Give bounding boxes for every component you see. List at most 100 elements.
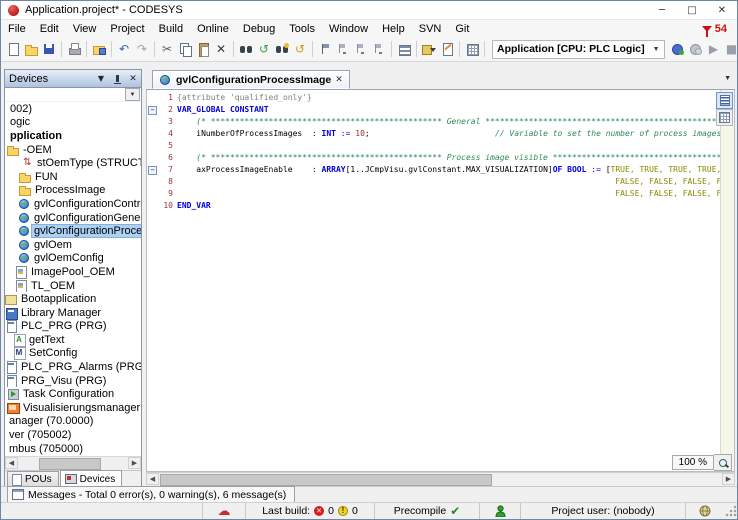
- tree-item-gvlconfigurationprocessimage[interactable]: gvlConfigurationProcessImage: [5, 224, 141, 238]
- editor-tab-gvlconfigurationprocessimage[interactable]: gvlConfigurationProcessImage ✕: [152, 70, 350, 89]
- paste-icon[interactable]: [194, 40, 212, 58]
- next-bookmark-icon[interactable]: [352, 40, 370, 58]
- declarations-icon[interactable]: [463, 40, 481, 58]
- find-replace-icon[interactable]: [273, 40, 291, 58]
- code-line-7[interactable]: 7 axProcessImageEnable : ARRAY[1..JCmpVi…: [147, 164, 720, 176]
- menu-view[interactable]: View: [66, 22, 104, 36]
- fold-collapse-icon[interactable]: [147, 164, 158, 176]
- tree-horizontal-scrollbar[interactable]: ◀ ▶: [5, 456, 141, 470]
- devices-panel-header[interactable]: Devices ▼ ✕: [5, 70, 141, 88]
- tree-item-fun[interactable]: FUN: [5, 170, 141, 184]
- find-icon[interactable]: [237, 40, 255, 58]
- tree-item-plc-prg-prg-[interactable]: PLC_PRG (PRG): [5, 320, 141, 334]
- add-object-icon[interactable]: [420, 40, 438, 58]
- menu-help[interactable]: Help: [375, 22, 412, 36]
- menu-debug[interactable]: Debug: [236, 22, 282, 36]
- tree-item-anager-70-0000-[interactable]: anager (70.0000): [5, 415, 141, 429]
- resize-grip[interactable]: [724, 503, 737, 519]
- editor-scroll-left-icon[interactable]: ◀: [146, 473, 159, 485]
- code-line-9[interactable]: 9 FALSE, FALSE, FALSE, FALSE, FALSE, FAL…: [147, 188, 720, 200]
- tree-item-bootapplication[interactable]: Bootapplication: [5, 292, 141, 306]
- close-button[interactable]: ✕: [707, 1, 737, 19]
- stop-icon[interactable]: ■: [723, 40, 737, 58]
- logout-icon[interactable]: [687, 40, 705, 58]
- menu-window[interactable]: Window: [322, 22, 375, 36]
- menu-svn[interactable]: SVN: [412, 22, 449, 36]
- code-line-3[interactable]: 3 (* ***********************************…: [147, 116, 720, 128]
- menu-build[interactable]: Build: [152, 22, 190, 36]
- edit-object-icon[interactable]: [438, 40, 456, 58]
- project-archive-icon[interactable]: [90, 40, 108, 58]
- menu-file[interactable]: File: [1, 22, 33, 36]
- copy-icon[interactable]: [176, 40, 194, 58]
- menu-git[interactable]: Git: [448, 22, 476, 36]
- tree-item-tl-oem[interactable]: TL_OEM: [5, 279, 141, 293]
- tree-item--oem[interactable]: -OEM: [5, 143, 141, 157]
- panel-close-icon[interactable]: ✕: [127, 73, 139, 85]
- editor-horizontal-scrollbar[interactable]: ◀ ▶: [146, 472, 735, 486]
- code-editor[interactable]: 1{attribute 'qualified_only'}2VAR_GLOBAL…: [146, 90, 735, 472]
- tree-item-ver-705002-[interactable]: ver (705002): [5, 428, 141, 442]
- login-icon[interactable]: [669, 40, 687, 58]
- tree-item-visualisierungsmanager[interactable]: Visualisierungsmanager: [5, 401, 141, 415]
- pin-icon[interactable]: [111, 73, 123, 85]
- panel-menu-icon[interactable]: ▼: [95, 73, 107, 85]
- textual-view-button[interactable]: [716, 92, 733, 109]
- menu-edit[interactable]: Edit: [33, 22, 66, 36]
- minimize-button[interactable]: ─: [647, 1, 677, 19]
- tree-item-setconfig[interactable]: MSetConfig: [5, 347, 141, 361]
- new-project-icon[interactable]: [4, 40, 22, 58]
- tree-item-ogic[interactable]: ogic: [5, 116, 141, 130]
- tree-item-gettext[interactable]: AgetText: [5, 333, 141, 347]
- tree-item-library-manager[interactable]: Library Manager: [5, 306, 141, 320]
- tree-item-gvloemconfig[interactable]: gvlOemConfig: [5, 252, 141, 266]
- start-icon[interactable]: ▶: [705, 40, 723, 58]
- tree-item-pplication[interactable]: pplication: [5, 129, 141, 143]
- code-line-8[interactable]: 8 FALSE, FALSE, FALSE, FALSE, FALSE, FAL…: [147, 176, 720, 188]
- build-icon[interactable]: [395, 40, 413, 58]
- fold-collapse-icon[interactable]: [147, 104, 158, 116]
- open-project-icon[interactable]: [22, 40, 40, 58]
- editor-scroll-right-icon[interactable]: ▶: [722, 473, 735, 485]
- delete-icon[interactable]: ✕: [212, 40, 230, 58]
- undo-icon[interactable]: ↶: [115, 40, 133, 58]
- tab-devices[interactable]: Devices: [60, 470, 123, 487]
- previous-bookmark-icon[interactable]: [334, 40, 352, 58]
- redo-icon[interactable]: ↷: [133, 40, 151, 58]
- zoom-level[interactable]: 100 %: [672, 455, 714, 470]
- code-line-6[interactable]: 6 (* ***********************************…: [147, 152, 720, 164]
- cut-icon[interactable]: ✂: [158, 40, 176, 58]
- tree-item-gvloem[interactable]: gvlOem: [5, 238, 141, 252]
- code-line-5[interactable]: 5: [147, 140, 720, 152]
- tree-item-plc-prg-alarms-prg-[interactable]: PLC_PRG_Alarms (PRG): [5, 360, 141, 374]
- zoom-magnifier-icon[interactable]: [714, 454, 732, 471]
- maximize-button[interactable]: □: [677, 1, 707, 19]
- tree-item-task-configuration[interactable]: Task Configuration: [5, 387, 141, 401]
- bookmark-icon[interactable]: [316, 40, 334, 58]
- save-icon[interactable]: [40, 40, 58, 58]
- tree-item-stoemtype-struct-[interactable]: ⇅stOemType (STRUCT): [5, 156, 141, 170]
- tree-dropdown-icon[interactable]: ▼: [125, 88, 140, 101]
- dropdown-arrow-icon[interactable]: ▼: [653, 46, 660, 53]
- code-line-2[interactable]: 2VAR_GLOBAL CONSTANT: [147, 104, 720, 116]
- menu-tools[interactable]: Tools: [282, 22, 322, 36]
- scroll-right-icon[interactable]: ▶: [128, 457, 141, 469]
- tab-list-dropdown-icon[interactable]: ▼: [724, 75, 731, 82]
- incremental-search-icon[interactable]: ↺: [255, 40, 273, 58]
- tab-close-icon[interactable]: ✕: [335, 75, 343, 85]
- tabular-view-button[interactable]: [716, 109, 733, 126]
- code-line-4[interactable]: 4 iNumberOfProcessImages : INT := 10; //…: [147, 128, 720, 140]
- menu-online[interactable]: Online: [190, 22, 236, 36]
- tab-pous[interactable]: POUs: [7, 471, 59, 487]
- messages-tab[interactable]: Messages - Total 0 error(s), 0 warning(s…: [7, 486, 295, 502]
- code-line-10[interactable]: 10END_VAR: [147, 200, 720, 212]
- menu-project[interactable]: Project: [103, 22, 151, 36]
- tree-item-002-[interactable]: 002): [5, 102, 141, 116]
- print-icon[interactable]: [65, 40, 83, 58]
- editor-scroll-thumb[interactable]: [160, 474, 492, 486]
- tree-item-gvlconfigurationgenerator[interactable]: gvlConfigurationGenerator: [5, 211, 141, 225]
- tree-item-processimage[interactable]: ProcessImage: [5, 184, 141, 198]
- tree-item-imagepool-oem[interactable]: ImagePool_OEM: [5, 265, 141, 279]
- search-all-icon[interactable]: ↺: [291, 40, 309, 58]
- code-line-1[interactable]: 1{attribute 'qualified_only'}: [147, 92, 720, 104]
